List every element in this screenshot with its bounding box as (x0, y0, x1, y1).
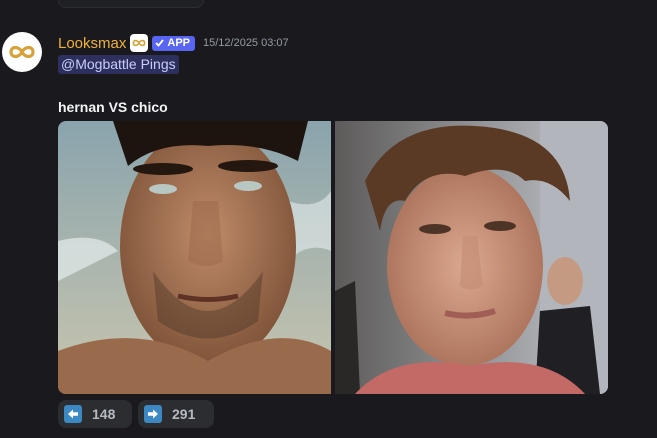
checkmark-icon (155, 39, 165, 47)
reaction-left-arrow[interactable]: 148 (58, 400, 132, 428)
message-header: Looksmax APP 15/12/2025 03:07 (58, 33, 289, 53)
previous-message-reaction-bar (58, 0, 204, 8)
photo-hernan (58, 121, 331, 394)
infinity-logo-icon (9, 45, 35, 59)
role-mention[interactable]: @Mogbattle Pings (58, 55, 179, 74)
right-arrow-icon (144, 405, 162, 423)
username[interactable]: Looksmax (58, 35, 126, 52)
timestamp[interactable]: 15/12/2025 03:07 (203, 37, 289, 49)
infinity-badge-icon (130, 34, 149, 52)
app-badge-label: APP (167, 37, 190, 49)
avatar[interactable] (2, 32, 42, 72)
reactions-bar: 148 291 (58, 400, 214, 428)
left-arrow-icon (64, 405, 82, 423)
image-hernan[interactable] (58, 121, 331, 394)
photo-chico (335, 121, 608, 394)
app-badge: APP (152, 35, 195, 51)
image-gallery (58, 121, 608, 394)
battle-title: hernan VS chico (58, 99, 168, 115)
reaction-count: 148 (92, 406, 116, 422)
image-chico[interactable] (335, 121, 608, 394)
reaction-right-arrow[interactable]: 291 (138, 400, 214, 428)
reaction-count: 291 (172, 406, 196, 422)
